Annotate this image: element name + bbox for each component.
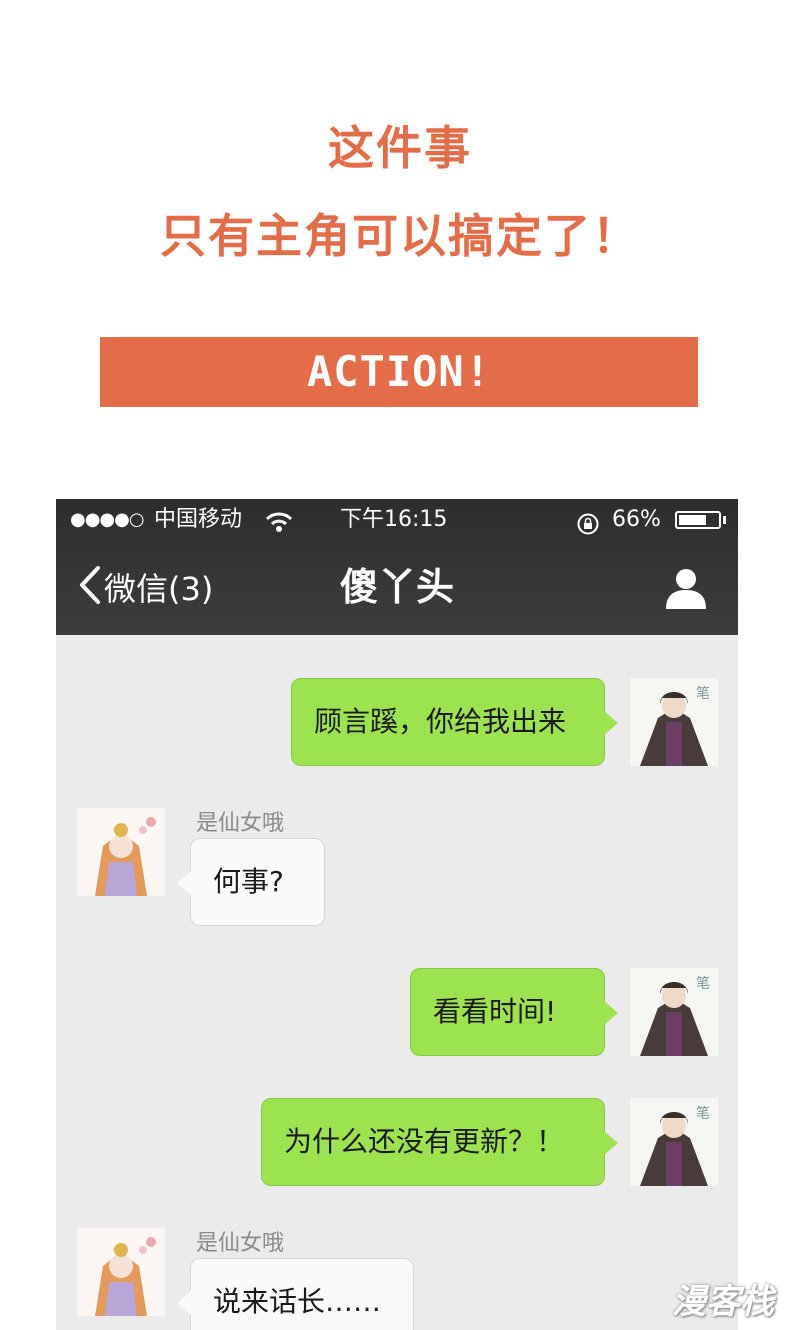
person-icon (664, 569, 708, 613)
promo-headline: 这件事 (328, 121, 472, 175)
battery-percent: 66% (612, 507, 661, 532)
profile-button[interactable] (664, 567, 708, 613)
message-text: 看看时间! (433, 995, 557, 1028)
action-banner: ACTION! (100, 337, 698, 407)
message-text: 顾言蹊，你给我出来 (314, 705, 567, 738)
avatar-contact[interactable] (77, 808, 165, 896)
message-text: 说来话长…… (213, 1285, 382, 1318)
svg-text:笔: 笔 (696, 1106, 710, 1122)
nav-bar: 微信(3) 傻丫头 (56, 541, 738, 635)
avatar-self[interactable]: 笔 (630, 968, 718, 1056)
carrier-name: 中国移动 (154, 507, 243, 532)
message-bubble[interactable]: 为什么还没有更新？！ (261, 1098, 618, 1186)
message-bubble[interactable]: 说来话长…… (177, 1258, 414, 1330)
message-bubble[interactable]: 顾言蹊，你给我出来 (291, 678, 618, 766)
avatar-self[interactable]: 笔 (630, 1098, 718, 1186)
signal-strength: ●●●●○ (70, 509, 145, 530)
battery-nub (723, 516, 726, 524)
top-bar: ●●●●○ 中国移动 下午16:15 66% 微信(3) 傻丫头 (56, 499, 738, 635)
battery-icon (675, 511, 721, 529)
sender-name: 是仙女哦 (196, 811, 285, 836)
message-bubble[interactable]: 何事? (177, 838, 325, 926)
chat-title: 傻丫头 (339, 565, 454, 609)
avatar-self[interactable]: 笔 (630, 678, 718, 766)
message-text: 为什么还没有更新？！ (284, 1125, 565, 1158)
message-text: 何事? (213, 865, 284, 898)
sender-name: 是仙女哦 (196, 1231, 285, 1256)
status-time: 下午16:15 (340, 507, 448, 532)
svg-text:笔: 笔 (696, 686, 710, 702)
promo-subheadline: 只有主角可以搞定了！ (160, 209, 640, 263)
phone-screen: ●●●●○ 中国移动 下午16:15 66% 微信(3) 傻丫头 顾言蹊，你给我… (56, 499, 738, 1330)
watermark-logo: 漫客栈 (672, 1282, 774, 1322)
avatar-contact[interactable] (77, 1228, 165, 1316)
message-bubble[interactable]: 看看时间! (410, 968, 618, 1056)
svg-text:笔: 笔 (696, 976, 710, 992)
status-bar: ●●●●○ 中国移动 下午16:15 66% (56, 499, 738, 541)
